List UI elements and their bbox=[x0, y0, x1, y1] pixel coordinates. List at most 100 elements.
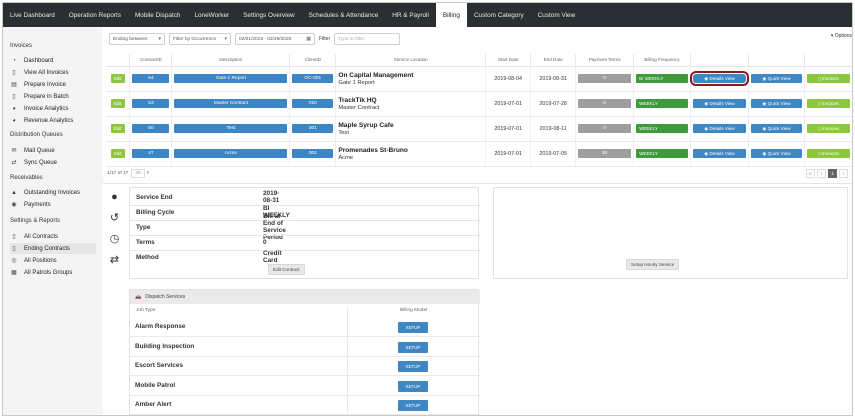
quick-view-button[interactable]: ◉ Quick View bbox=[750, 124, 802, 133]
invoices-button[interactable]: ▯ Invoices bbox=[806, 149, 850, 158]
per-page-select[interactable]: 25 bbox=[131, 169, 145, 178]
contract-id[interactable]: 54 bbox=[132, 74, 170, 83]
invoices-button[interactable]: ▯ Invoices bbox=[806, 124, 850, 133]
description[interactable]: Master Contract bbox=[174, 99, 288, 108]
description[interactable]: Acme bbox=[174, 149, 288, 158]
prev-page-button[interactable]: ‹ bbox=[817, 169, 826, 178]
tab-billing[interactable]: Billing bbox=[435, 3, 467, 27]
sidebar-item-mail-queue[interactable]: ✉ Mail Queue bbox=[10, 145, 96, 156]
invoices-cell: ▯ Invoices bbox=[804, 116, 852, 142]
invoices-button[interactable]: ▯ Invoices bbox=[806, 99, 850, 108]
description[interactable]: Gate 1 Report bbox=[174, 74, 288, 83]
details-view-button[interactable]: ◉ Details View bbox=[693, 149, 746, 158]
options-menu[interactable]: ▾ Options bbox=[831, 33, 852, 39]
setup-button[interactable]: SETUP bbox=[398, 322, 428, 333]
sidebar-item-dashboard[interactable]: ◔ Dashboard bbox=[10, 55, 96, 66]
sidebar-item-ending-contracts[interactable]: ▯ Ending Contracts bbox=[10, 243, 96, 254]
client-id[interactable]: 004 bbox=[292, 149, 334, 158]
location-name[interactable]: Maple Syrup Cafe bbox=[338, 122, 483, 129]
column-header[interactable]: Description bbox=[171, 54, 291, 67]
sidebar-item-revenue-analytics[interactable]: ◕ Revenue Analytics bbox=[10, 115, 96, 126]
client-id[interactable]: OC-001 bbox=[292, 74, 334, 83]
sidebar-item-all-contracts[interactable]: ▯ All Contracts bbox=[10, 231, 96, 242]
tab-custom-view[interactable]: Custom View bbox=[531, 3, 583, 27]
column-header[interactable]: Service Location bbox=[335, 54, 487, 67]
contract-id-cell: 53 bbox=[129, 91, 173, 117]
location-name[interactable]: Promenades St-Bruno bbox=[338, 147, 483, 154]
contract-id[interactable]: 53 bbox=[132, 99, 170, 108]
contract-id[interactable]: 50 bbox=[132, 124, 170, 133]
detail-value: 2019-08-31 bbox=[263, 190, 280, 204]
tab-loneworker[interactable]: LoneWorker bbox=[187, 3, 236, 27]
column-header[interactable] bbox=[690, 54, 749, 67]
sidebar-item-all-patrols-groups[interactable]: ▦ All Patrols Groups bbox=[10, 267, 96, 278]
sidebar-item-view-all-invoices[interactable]: ▯ View All Invoices bbox=[10, 67, 96, 78]
sidebar-item-outstanding-invoices[interactable]: ▲ Outstanding Invoices bbox=[10, 187, 96, 198]
ending-between-select[interactable]: Ending between ▾ bbox=[109, 33, 165, 45]
page-button[interactable]: 1 bbox=[828, 169, 837, 178]
sidebar-item-payments[interactable]: ◉ Payments bbox=[10, 199, 96, 210]
transfer-icon[interactable]: ⇄ bbox=[108, 253, 121, 266]
service-location-cell: Maple Syrup Cafe Test bbox=[335, 116, 487, 142]
contract-id-cell: 54 bbox=[129, 66, 173, 92]
column-header[interactable]: Payment Terms bbox=[575, 54, 635, 67]
info-icon[interactable]: ● bbox=[108, 190, 121, 203]
location-name[interactable]: TrackTik HQ bbox=[338, 97, 483, 104]
clock-icon[interactable]: ◷ bbox=[108, 232, 121, 245]
dispatch-job-row: Alarm Response SETUP bbox=[130, 318, 480, 337]
tab-settings-overview[interactable]: Settings Overview bbox=[236, 3, 302, 27]
first-page-button[interactable]: « bbox=[806, 169, 815, 178]
edit-button[interactable]: Edit bbox=[110, 149, 125, 158]
tab-mobile-dispatch[interactable]: Mobile Dispatch bbox=[128, 3, 187, 27]
column-header[interactable]: ContractID bbox=[129, 54, 173, 67]
client-id[interactable]: 010 bbox=[292, 99, 334, 108]
invoices-button[interactable]: ▯ Invoices bbox=[806, 74, 850, 83]
detail-value: Bill at End of Service Period bbox=[263, 213, 286, 241]
sidebar-item-all-positions[interactable]: ◎ All Positions bbox=[10, 255, 96, 266]
sidebar-item-prepare-invoice[interactable]: ▤ Prepare Invoice bbox=[10, 79, 96, 90]
column-header[interactable]: ClientID bbox=[289, 54, 337, 67]
edit-contract-button[interactable]: Edit Contract bbox=[268, 264, 305, 275]
dispatch-columns: Job Type Billing Model bbox=[136, 308, 428, 313]
client-id[interactable]: 001 bbox=[292, 124, 334, 133]
edit-button[interactable]: Edit bbox=[110, 74, 125, 83]
tab-hr-payroll[interactable]: HR & Payroll bbox=[385, 3, 436, 27]
column-header[interactable]: Start Date bbox=[485, 54, 532, 67]
quick-view-button[interactable]: ◉ Quick View bbox=[750, 99, 802, 108]
description[interactable]: Test bbox=[174, 124, 288, 133]
setup-button[interactable]: SETUP bbox=[398, 341, 428, 353]
column-header[interactable] bbox=[804, 54, 852, 67]
setup-button[interactable]: SETUP bbox=[398, 400, 428, 411]
history-icon[interactable]: ↺ bbox=[108, 211, 121, 224]
column-header[interactable] bbox=[106, 54, 131, 67]
details-view-button[interactable]: ◉ Details View bbox=[693, 99, 746, 108]
sidebar-item-prepare-in-batch[interactable]: ▯ Prepare in Batch bbox=[10, 91, 96, 102]
setup-button[interactable]: SETUP bbox=[398, 361, 428, 372]
tab-schedules-attendance[interactable]: Schedules & Attendance bbox=[302, 3, 386, 27]
column-header[interactable]: Billing Frequency bbox=[633, 54, 692, 67]
edit-button[interactable]: Edit bbox=[110, 124, 125, 133]
edit-button[interactable]: Edit bbox=[110, 99, 125, 108]
occurrence-select[interactable]: Filter by Occurrence ▾ bbox=[169, 33, 231, 45]
sidebar-item-sync-queue[interactable]: ⇄ Sync Queue bbox=[10, 157, 96, 168]
tab-custom-category[interactable]: Custom Category bbox=[467, 3, 531, 27]
quick-view-button[interactable]: ◉ Quick View bbox=[750, 74, 802, 83]
column-header[interactable] bbox=[748, 54, 805, 67]
date-range-input[interactable]: 02/01/2019 - 02/29/2020 ▦ bbox=[235, 33, 315, 45]
setup-button[interactable]: SETUP bbox=[398, 380, 428, 392]
setup-hourly-service-button[interactable]: Setup Hourly Service bbox=[626, 259, 680, 270]
detail-side-icons: ● ↺ ◷ ⇄ bbox=[108, 190, 124, 274]
tab-live-dashboard[interactable]: Live Dashboard bbox=[3, 3, 62, 27]
details-view-button[interactable]: ◉ Details View bbox=[693, 124, 746, 133]
tab-operation-reports[interactable]: Operation Reports bbox=[62, 3, 128, 27]
sidebar: Invoices ◔ Dashboard ▯ View All Invoices ▤… bbox=[3, 27, 101, 415]
location-subtitle: Acme bbox=[338, 154, 354, 161]
location-name[interactable]: On Capital Management bbox=[338, 72, 483, 79]
sidebar-item-invoice-analytics[interactable]: ◕ Invoice Analytics bbox=[10, 103, 96, 114]
column-header[interactable]: End Date bbox=[530, 54, 577, 67]
next-page-button[interactable]: › bbox=[839, 169, 848, 178]
details-view-button[interactable]: ◉ Details View bbox=[690, 71, 749, 86]
quick-view-button[interactable]: ◉ Quick View bbox=[750, 149, 802, 158]
filter-input[interactable]: Type to filter bbox=[334, 33, 401, 45]
contract-id[interactable]: 47 bbox=[132, 149, 170, 158]
